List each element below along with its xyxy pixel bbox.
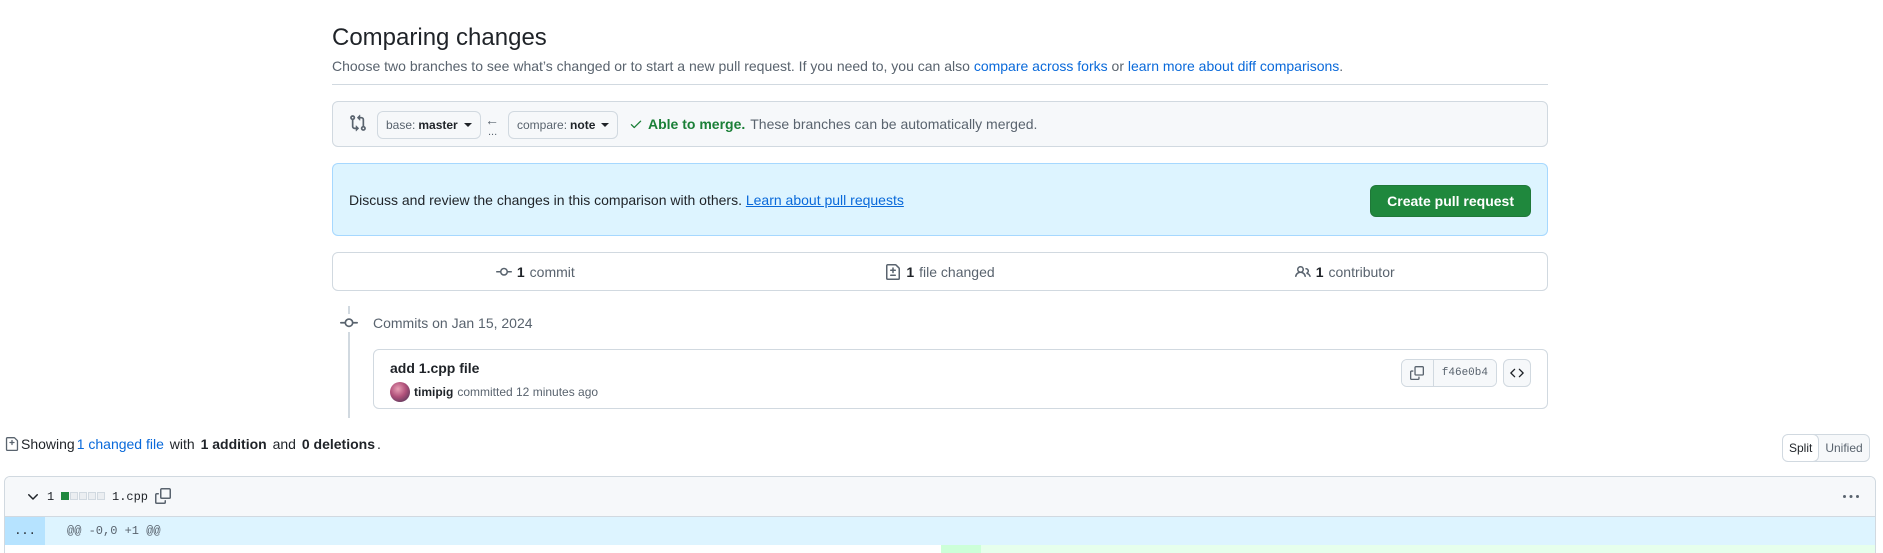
compare-branch-select[interactable]: compare: note [508, 111, 619, 139]
range-editor: base: master ← ... compare: note Able to… [332, 101, 1548, 147]
contributors-count: 1 [1315, 263, 1324, 280]
file-diff-icon[interactable] [5, 436, 19, 452]
diffstat-neutral-block [97, 492, 105, 500]
copy-sha-button[interactable] [1401, 360, 1434, 386]
addition-line-number [941, 545, 981, 553]
copy-icon[interactable] [155, 488, 171, 504]
hunk-header: @@ -0,0 +1 @@ [67, 524, 161, 538]
commit-sha-link[interactable]: f46e0b4 [1433, 360, 1496, 386]
description-or: or [1107, 58, 1128, 74]
split-view-button[interactable]: Split [1782, 435, 1820, 461]
description-prefix: Choose two branches to see what’s change… [332, 58, 974, 74]
learn-diff-comparisons-link[interactable]: learn more about diff comparisons [1128, 58, 1339, 74]
base-branch-name: master [418, 118, 458, 132]
page-description: Choose two branches to see what’s change… [332, 58, 1343, 74]
git-commit-icon [340, 314, 358, 332]
description-suffix: . [1339, 58, 1344, 74]
and-label: and [268, 436, 300, 452]
contributors-tab[interactable]: 1 contributor [1142, 253, 1547, 290]
check-icon [630, 120, 642, 129]
commit-time: committed 12 minutes ago [457, 385, 599, 399]
expand-hunk-button[interactable]: ... [5, 517, 45, 545]
unified-view-button[interactable]: Unified [1819, 435, 1868, 461]
chevron-down-icon[interactable] [25, 489, 41, 505]
diffstat-blocks [61, 492, 105, 500]
merge-status: Able to merge. These branches can be aut… [629, 116, 1037, 132]
compare-prefix: compare: [517, 118, 568, 132]
kebab-horizontal-icon[interactable] [1843, 489, 1859, 505]
browse-repository-button[interactable] [1503, 359, 1531, 387]
commits-tab[interactable]: 1 commit [333, 253, 738, 290]
prompt-message: Discuss and review the changes in this c… [349, 192, 746, 208]
base-prefix: base: [386, 118, 416, 132]
git-compare-icon [350, 114, 366, 132]
compare-summary-bar: 1 commit 1 file changed 1 contributor [332, 252, 1548, 291]
diffstat-neutral-block [79, 492, 87, 500]
title-divider [332, 84, 1548, 85]
caret-down-icon [601, 123, 610, 127]
merge-ok-label: Able to merge. [648, 116, 746, 132]
diffstat-neutral-block [88, 492, 96, 500]
copy-icon [1410, 366, 1425, 380]
diff-summary: Showing 1 changed file with 1 addition a… [5, 436, 381, 452]
diff-file: 1 1.cpp ... @@ -0,0 +1 @@ [4, 476, 1876, 553]
commits-date-heading: Commits on Jan 15, 2024 [373, 315, 533, 331]
contributors-label: contributor [1328, 263, 1395, 280]
git-commit-icon [495, 267, 512, 276]
showing-label: Showing [21, 436, 75, 452]
create-pull-request-button[interactable]: Create pull request [1370, 185, 1531, 217]
with-label: with [165, 436, 199, 452]
commit-meta: timipig committed 12 minutes ago [390, 382, 598, 402]
commit-author-link[interactable]: timipig [414, 385, 453, 399]
files-changed-tab[interactable]: 1 file changed [738, 253, 1143, 290]
merge-status-text: These branches can be automatically merg… [750, 116, 1038, 132]
people-icon [1294, 265, 1311, 277]
file-change-count: 1 [47, 490, 55, 504]
pull-request-prompt: Discuss and review the changes in this c… [332, 163, 1548, 236]
diffstat-neutral-block [70, 492, 78, 500]
commit-sha-group: f46e0b4 [1400, 359, 1497, 387]
compare-across-forks-link[interactable]: compare across forks [974, 58, 1108, 74]
file-diff-icon [886, 263, 901, 280]
code-icon [1510, 368, 1524, 378]
addition-line-bg [941, 545, 1875, 553]
page-title: Comparing changes [332, 24, 547, 51]
commit-list-item: add 1.cpp file timipig committed 12 minu… [373, 349, 1548, 409]
avatar[interactable] [390, 382, 410, 402]
compare-branch-name: note [570, 118, 596, 132]
base-branch-select[interactable]: base: master [377, 111, 481, 139]
diff-view-toggle: Split Unified [1782, 434, 1870, 462]
prompt-text: Discuss and review the changes in this c… [349, 192, 904, 208]
changed-files-link[interactable]: 1 changed file [77, 436, 164, 452]
commits-label: commit [529, 263, 575, 280]
caret-down-icon [463, 123, 472, 127]
file-header: 1 1.cpp [5, 477, 1875, 517]
deletions-count: 0 deletions [301, 436, 375, 452]
commits-count: 1 [516, 263, 525, 280]
learn-about-pull-requests-link[interactable]: Learn about pull requests [746, 192, 904, 208]
range-dots: ... [488, 126, 498, 138]
files-label: file changed [919, 263, 995, 280]
file-name-link[interactable]: 1.cpp [112, 490, 148, 504]
files-count: 1 [906, 263, 915, 280]
period: . [376, 436, 381, 452]
commit-title-link[interactable]: add 1.cpp file [390, 360, 479, 376]
diffstat-addition-block [61, 492, 69, 500]
hunk-header-row: ... @@ -0,0 +1 @@ [5, 517, 1875, 545]
additions-count: 1 addition [200, 436, 267, 452]
diff-code-row [5, 545, 1875, 553]
